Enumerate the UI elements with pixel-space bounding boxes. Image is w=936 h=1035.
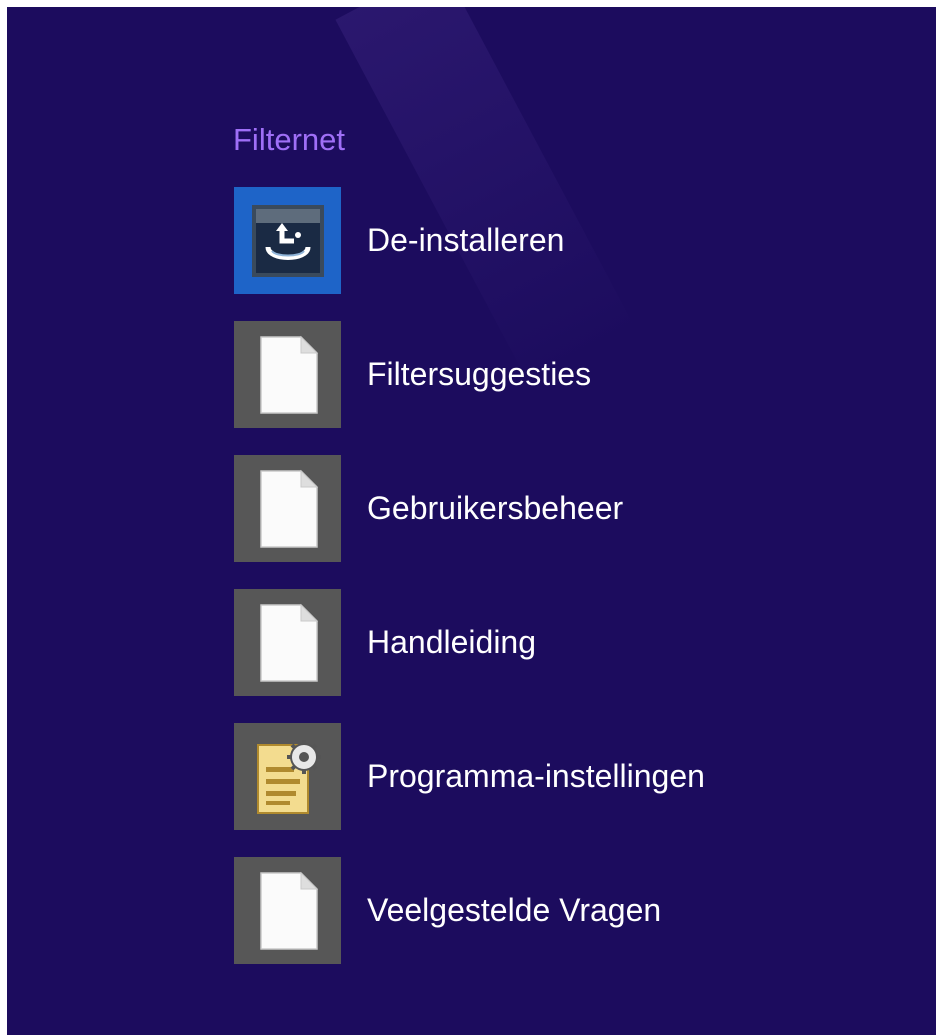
app-label: De-installeren — [367, 222, 565, 258]
app-list: De-installeren Filtersuggesties Gebruike… — [234, 187, 705, 964]
app-tile[interactable] — [234, 589, 341, 696]
app-label: Gebruikersbeheer — [367, 490, 624, 526]
app-item-de-installeren[interactable]: De-installeren — [234, 187, 705, 294]
app-tile[interactable] — [234, 187, 341, 294]
app-group-title: Filternet — [233, 122, 345, 157]
settings-document-icon — [256, 739, 321, 814]
app-tile[interactable] — [234, 321, 341, 428]
document-icon — [259, 469, 318, 548]
app-tile[interactable] — [234, 723, 341, 830]
document-icon — [259, 335, 318, 414]
app-tile[interactable] — [234, 455, 341, 562]
app-label: Programma-instellingen — [367, 758, 705, 794]
document-icon — [259, 603, 318, 682]
uninstall-icon — [251, 204, 324, 277]
app-item-gebruikersbeheer[interactable]: Gebruikersbeheer — [234, 455, 705, 562]
app-item-veelgestelde-vragen[interactable]: Veelgestelde Vragen — [234, 857, 705, 964]
document-icon — [259, 871, 318, 950]
start-screen-apps-view: Filternet De-installeren Filtersuggestie… — [7, 7, 936, 1035]
app-label: Veelgestelde Vragen — [367, 892, 662, 928]
app-item-handleiding[interactable]: Handleiding — [234, 589, 705, 696]
app-tile[interactable] — [234, 857, 341, 964]
app-label: Filtersuggesties — [367, 356, 592, 392]
app-label: Handleiding — [367, 624, 537, 660]
app-item-filtersuggesties[interactable]: Filtersuggesties — [234, 321, 705, 428]
app-item-programma-instellingen[interactable]: Programma-instellingen — [234, 723, 705, 830]
